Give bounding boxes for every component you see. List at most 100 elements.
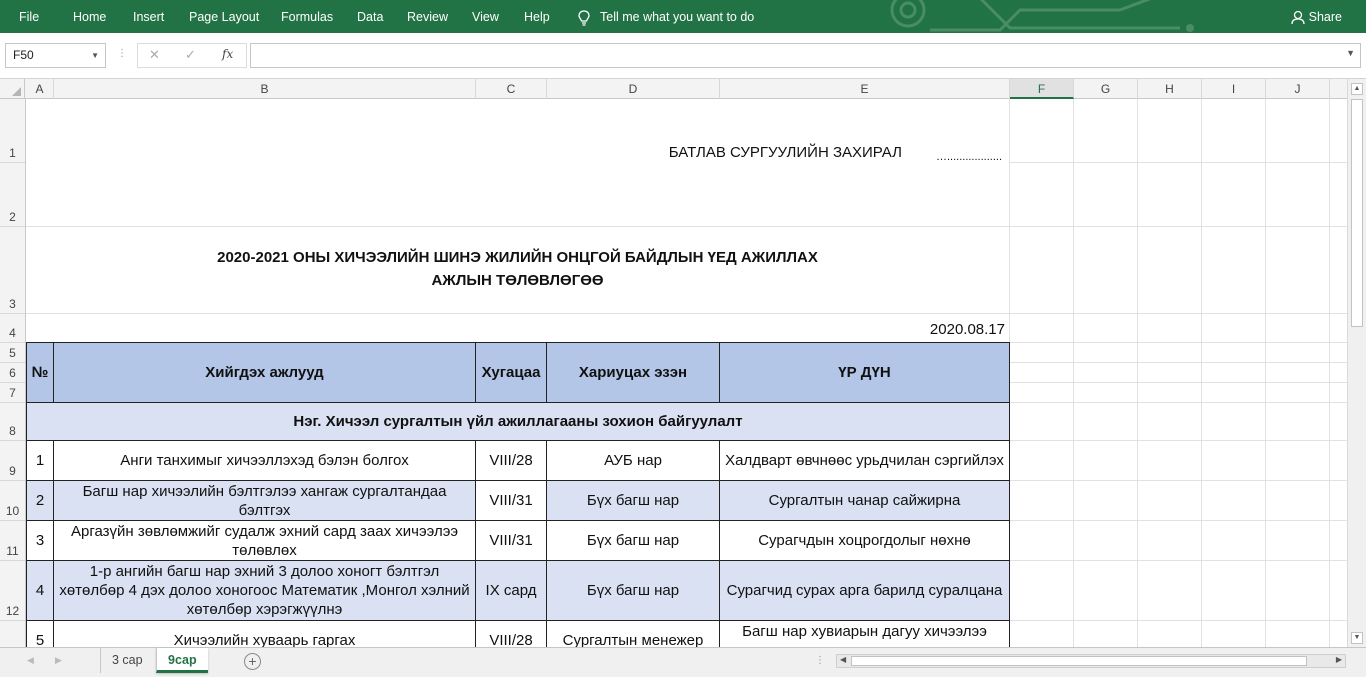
header-owner: Хариуцах эзэн xyxy=(546,342,720,403)
column-header-i[interactable]: I xyxy=(1202,79,1266,99)
row-header[interactable]: 10 xyxy=(0,481,25,521)
share-button[interactable]: Share xyxy=(1290,0,1342,33)
table-cell-no: 3 xyxy=(26,520,54,561)
table-cell-no: 5 xyxy=(26,620,54,647)
drag-handle-icon[interactable]: ⋮ xyxy=(815,655,825,666)
row-header[interactable]: 11 xyxy=(0,521,25,561)
header-no: № xyxy=(26,342,54,403)
cancel-icon[interactable]: ✕ xyxy=(149,47,160,63)
table-cell-owner: Сургалтын менежер xyxy=(546,620,720,647)
tell-me-text: Tell me what you want to do xyxy=(600,10,755,24)
circuit-pattern-icon xyxy=(890,0,1194,32)
sheet-tabs-bar: ◀ ▶ 3 сар 9сар + ⋮ ◀ ▶ xyxy=(0,647,1366,677)
row-header[interactable]: 12 xyxy=(0,561,25,621)
table-cell-task: Аргазүйн зөвлөмжийг судалж эхний сард за… xyxy=(53,520,476,561)
formula-bar-area: F50 ▼ ⋮ ✕ ✓ fx ▼ xyxy=(0,33,1366,79)
worksheet-grid[interactable]: БАТЛАВ СУРГУУЛИЙН ЗАХИРАЛ ….............… xyxy=(26,99,1347,647)
select-all-button[interactable] xyxy=(0,79,25,99)
row-header[interactable]: 2 xyxy=(0,163,25,227)
column-header-e[interactable]: E xyxy=(720,79,1010,99)
vertical-scrollbar[interactable]: ▲ ▼ xyxy=(1347,79,1366,647)
column-header-b[interactable]: B xyxy=(54,79,476,99)
row-header[interactable]: 9 xyxy=(0,441,25,481)
expand-formula-icon[interactable]: ▼ xyxy=(1346,48,1355,58)
person-icon xyxy=(1290,11,1305,25)
table-cell-deadline: VIII/31 xyxy=(475,480,547,521)
drag-handle-icon[interactable]: ⋮ xyxy=(117,48,127,59)
table-cell-owner: Бүх багш нар xyxy=(546,560,720,621)
tab-data[interactable]: Data xyxy=(357,0,383,33)
tab-formulas[interactable]: Formulas xyxy=(281,0,333,33)
column-header-d[interactable]: D xyxy=(547,79,720,99)
approve-label: БАТЛАВ СУРГУУЛИЙН ЗАХИРАЛ xyxy=(668,143,902,161)
row-header[interactable]: 5 xyxy=(0,343,25,363)
column-header-g[interactable]: G xyxy=(1074,79,1138,99)
vertical-scroll-thumb[interactable] xyxy=(1351,99,1363,327)
table-cell-deadline: VIII/31 xyxy=(475,520,547,561)
table-cell-result: Сурагчдын хоцрогдолыг нөхнө xyxy=(719,520,1010,561)
sheet-tab[interactable]: 3 сар xyxy=(100,648,154,673)
row-header[interactable]: 7 xyxy=(0,383,25,403)
scroll-right-icon[interactable]: ▶ xyxy=(1336,655,1342,664)
table-cell-owner: АУБ нар xyxy=(546,440,720,481)
header-task: Хийгдэх ажлууд xyxy=(53,342,476,403)
date-cell: 2020.08.17 xyxy=(929,320,1005,338)
sheet-tab-active[interactable]: 9сар xyxy=(156,648,208,673)
scroll-left-icon[interactable]: ◀ xyxy=(840,655,846,664)
row-headers: 1 2 3 4 5 6 7 8 9 10 11 12 xyxy=(0,99,26,647)
horizontal-scroll-thumb[interactable] xyxy=(851,656,1307,666)
ribbon: File Home Insert Page Layout Formulas Da… xyxy=(0,0,1366,33)
scroll-up-icon[interactable]: ▲ xyxy=(1351,83,1363,95)
table-cell-task: Анги танхимыг хичээллэхэд бэлэн болгох xyxy=(53,440,476,481)
horizontal-scrollbar[interactable]: ◀ ▶ xyxy=(836,654,1346,668)
column-header-c[interactable]: C xyxy=(476,79,547,99)
table-cell-result: Халдварт өвчнөөс урьдчилан сэргийлэх xyxy=(719,440,1010,481)
insert-function-icon[interactable]: fx xyxy=(222,47,233,61)
table-cell-owner: Бүх багш нар xyxy=(546,480,720,521)
tab-file[interactable]: File xyxy=(19,0,39,33)
table-cell-result: Багш нар хувиарын дагуу хичээлээ xyxy=(719,620,1010,647)
table-cell-task: Хичээлийн хуваарь гаргах xyxy=(53,620,476,647)
formula-buttons: ✕ ✓ fx xyxy=(137,43,247,68)
header-result: ҮР ДҮН xyxy=(719,342,1010,403)
row-header[interactable]: 1 xyxy=(0,99,25,163)
chevron-down-icon[interactable]: ▼ xyxy=(91,44,99,67)
row-header[interactable]: 3 xyxy=(0,227,25,314)
table-cell-no: 2 xyxy=(26,480,54,521)
page-title-line1: 2020-2021 ОНЫ ХИЧЭЭЛИЙН ШИНЭ ЖИЛИЙН ОНЦГ… xyxy=(217,248,818,266)
table-cell-no: 4 xyxy=(26,560,54,621)
enter-check-icon[interactable]: ✓ xyxy=(185,47,196,63)
formula-input[interactable]: ▼ xyxy=(250,43,1361,68)
add-sheet-icon[interactable]: + xyxy=(244,653,261,670)
table-cell-result: Сургалтын чанар сайжирна xyxy=(719,480,1010,521)
row-header[interactable]: 8 xyxy=(0,403,25,441)
column-header-h[interactable]: H xyxy=(1138,79,1202,99)
share-label: Share xyxy=(1308,10,1342,24)
column-header-j[interactable]: J xyxy=(1266,79,1330,99)
name-box-value: F50 xyxy=(13,48,34,62)
tab-help[interactable]: Help xyxy=(524,0,550,33)
table-cell-result: Сурагчид сурах арга барилд суралцана xyxy=(719,560,1010,621)
table-cell-no: 1 xyxy=(26,440,54,481)
column-header-a[interactable]: A xyxy=(26,79,54,99)
tab-home[interactable]: Home xyxy=(73,0,106,33)
row-header[interactable]: 4 xyxy=(0,314,25,343)
tab-insert[interactable]: Insert xyxy=(133,0,164,33)
tab-scroll-right-icon[interactable]: ▶ xyxy=(55,655,62,666)
table-cell-task: Багш нар хичээлийн бэлтгэлээ хангаж сург… xyxy=(53,480,476,521)
table-cell-deadline: VIII/28 xyxy=(475,440,547,481)
page-title-line2: АЖЛЫН ТӨЛӨВЛӨГӨӨ xyxy=(431,271,604,289)
approve-signature-dots: ….................. xyxy=(935,150,1002,163)
table-cell-deadline: IX сард xyxy=(475,560,547,621)
tab-review[interactable]: Review xyxy=(407,0,448,33)
name-box[interactable]: F50 ▼ xyxy=(5,43,106,68)
tell-me-search[interactable]: Tell me what you want to do xyxy=(578,0,754,33)
tab-scroll-left-icon[interactable]: ◀ xyxy=(27,655,34,666)
header-deadline: Хугацаа xyxy=(475,342,547,403)
scroll-down-icon[interactable]: ▼ xyxy=(1351,632,1363,644)
column-headers: A B C D E F G H I J xyxy=(0,79,1347,99)
row-header[interactable]: 6 xyxy=(0,363,25,383)
column-header-f[interactable]: F xyxy=(1010,79,1074,99)
tab-view[interactable]: View xyxy=(472,0,499,33)
tab-page-layout[interactable]: Page Layout xyxy=(189,0,259,33)
